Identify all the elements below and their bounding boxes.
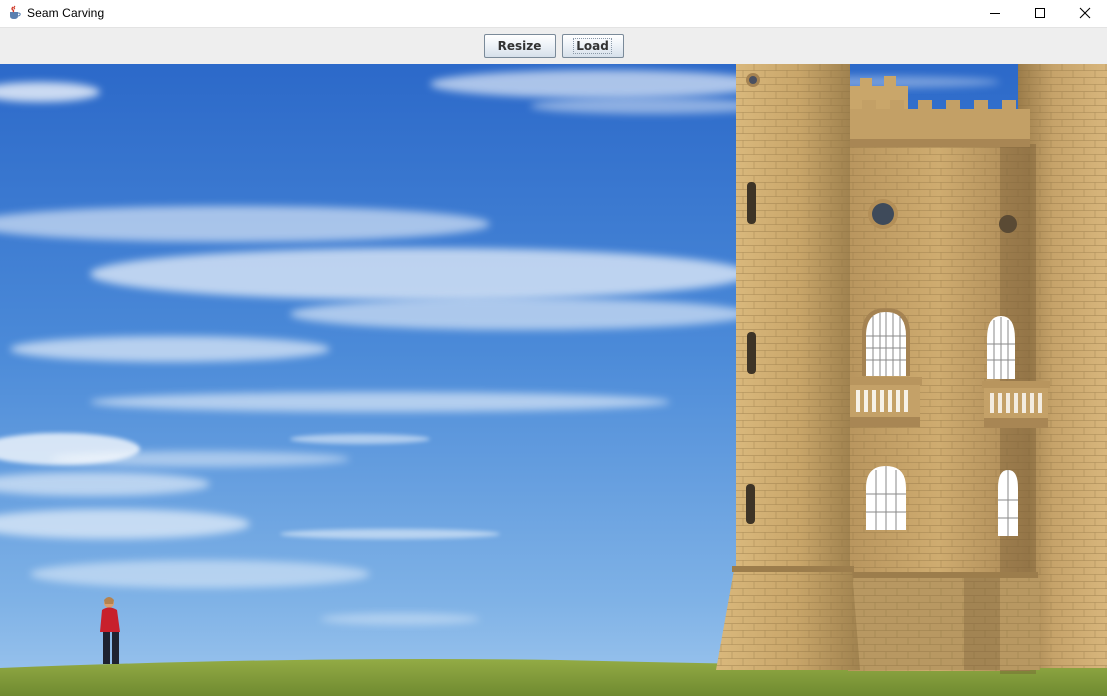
window-controls: [972, 0, 1107, 26]
minimize-button[interactable]: [972, 0, 1017, 26]
window-title: Seam Carving: [27, 6, 105, 20]
title-bar[interactable]: Seam Carving: [0, 0, 1107, 26]
close-icon: [1079, 7, 1090, 19]
image-canvas: [0, 64, 1107, 696]
load-button[interactable]: Load: [561, 34, 624, 58]
app-window: Seam Carving Resize Load: [0, 0, 1107, 696]
java-cup-icon: [6, 5, 22, 21]
resize-button-label: Resize: [497, 39, 542, 53]
resize-button[interactable]: Resize: [483, 34, 556, 58]
toolbar: Resize Load: [0, 27, 1107, 64]
load-button-label: Load: [573, 38, 612, 54]
maximize-button[interactable]: [1017, 0, 1062, 26]
minimize-icon: [989, 13, 1000, 14]
close-button[interactable]: [1062, 0, 1107, 26]
castle: [716, 64, 1107, 674]
castle-photo: [0, 64, 1107, 696]
maximize-icon: [1034, 8, 1045, 18]
